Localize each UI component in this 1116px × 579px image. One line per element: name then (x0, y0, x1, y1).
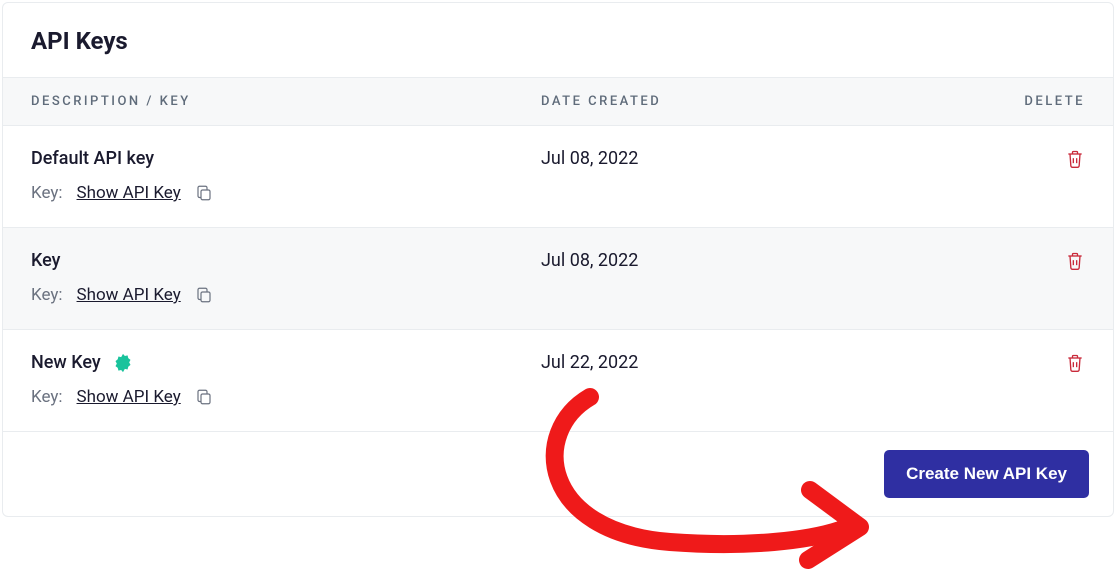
api-key-row: Default API key Key: Show API Key Jul 08… (3, 126, 1113, 228)
col-header-date: DATE CREATED (541, 94, 965, 109)
api-key-date: Jul 08, 2022 (541, 148, 638, 169)
copy-icon[interactable] (195, 184, 213, 202)
new-badge-icon (113, 353, 133, 373)
api-key-date: Jul 08, 2022 (541, 250, 638, 271)
show-api-key-link[interactable]: Show API Key (77, 387, 181, 407)
col-header-delete: DELETE (965, 94, 1085, 109)
api-key-name: Key (31, 250, 61, 271)
table-header: DESCRIPTION / KEY DATE CREATED DELETE (3, 78, 1113, 126)
api-keys-list: Default API key Key: Show API Key Jul 08… (3, 126, 1113, 432)
card-header: API Keys (3, 3, 1113, 78)
key-prefix-label: Key: (31, 285, 63, 305)
show-api-key-link[interactable]: Show API Key (77, 183, 181, 203)
copy-icon[interactable] (195, 388, 213, 406)
key-prefix-label: Key: (31, 387, 63, 407)
copy-icon[interactable] (195, 286, 213, 304)
show-api-key-link[interactable]: Show API Key (77, 285, 181, 305)
page-title: API Keys (31, 27, 1085, 55)
delete-icon[interactable] (1065, 250, 1085, 272)
api-keys-card: API Keys DESCRIPTION / KEY DATE CREATED … (2, 2, 1114, 517)
api-key-name: Default API key (31, 148, 154, 169)
key-prefix-label: Key: (31, 183, 63, 203)
api-key-name: New Key (31, 352, 101, 373)
card-footer: Create New API Key (3, 432, 1113, 516)
delete-icon[interactable] (1065, 148, 1085, 170)
col-header-description: DESCRIPTION / KEY (31, 94, 541, 109)
api-key-date: Jul 22, 2022 (541, 352, 638, 373)
create-new-api-key-button[interactable]: Create New API Key (884, 450, 1089, 498)
api-key-row: New Key Key: Show API Key Jul 22, 2022 (3, 330, 1113, 432)
api-key-row: Key Key: Show API Key Jul 08, 2022 (3, 228, 1113, 330)
delete-icon[interactable] (1065, 352, 1085, 374)
